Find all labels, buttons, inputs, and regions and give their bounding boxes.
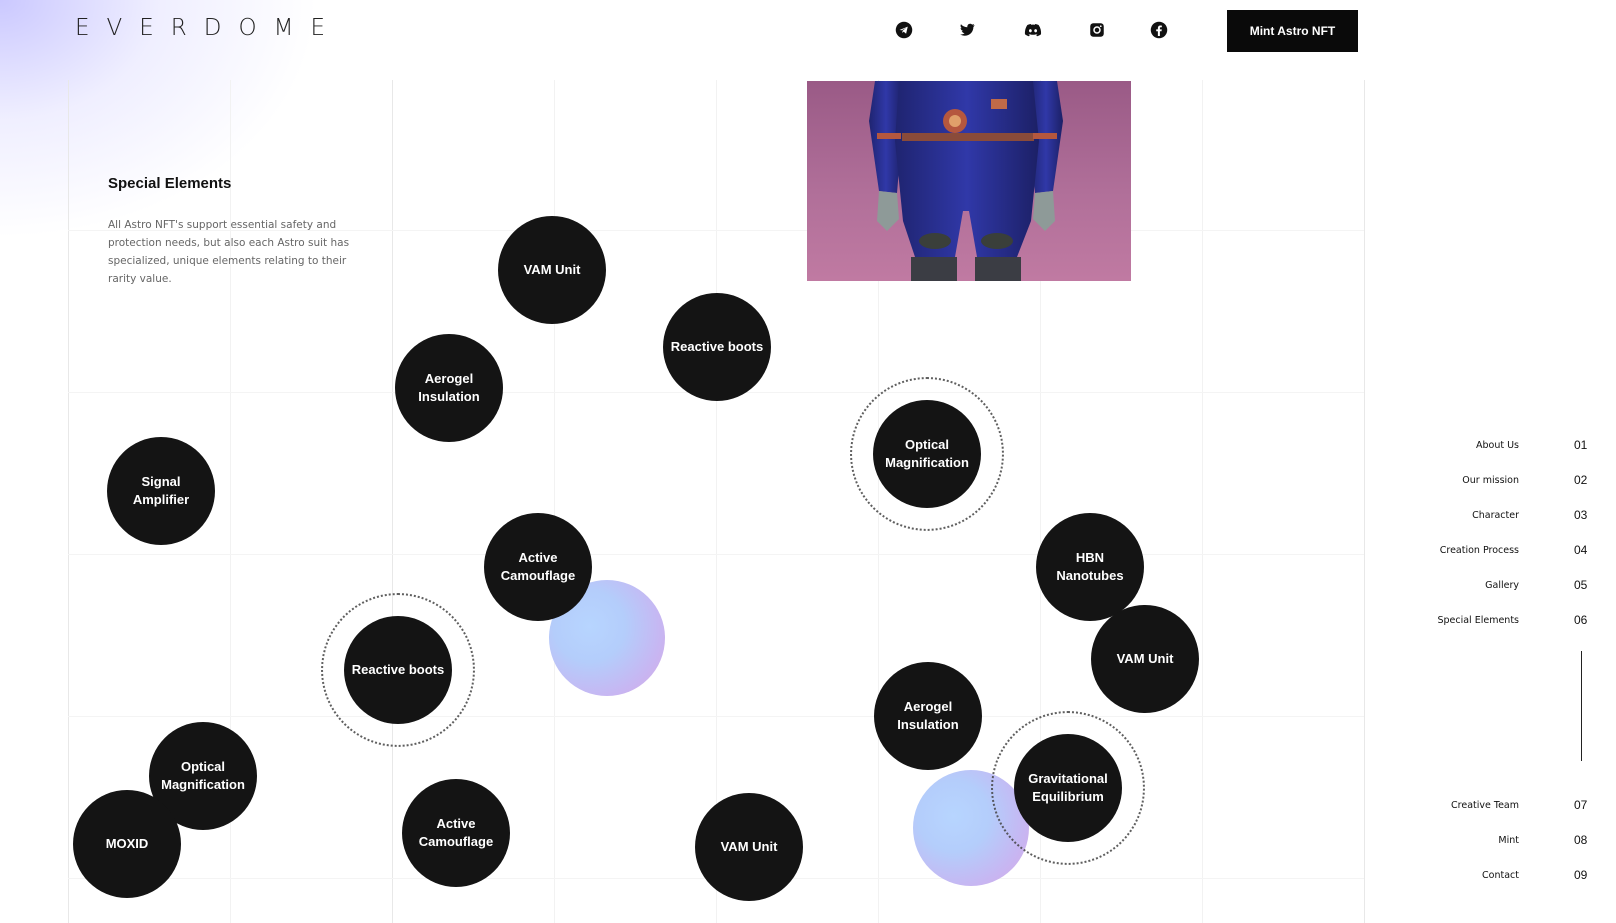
element-bubble-vam-unit[interactable]: VAM Unit <box>498 216 606 324</box>
side-nav-number: 08 <box>1574 833 1588 847</box>
element-bubble-gravitational-equilibrium[interactable]: Gravitational Equilibrium <box>1014 734 1122 842</box>
astronaut-character-image <box>807 81 1131 281</box>
element-bubble-reactive-boots[interactable]: Reactive boots <box>663 293 771 401</box>
element-bubble-aerogel-insulation[interactable]: Aerogel Insulation <box>874 662 982 770</box>
side-nav-number: 01 <box>1574 438 1588 452</box>
side-nav-item-gallery[interactable]: Gallery 05 <box>0 578 1616 596</box>
side-nav-number: 02 <box>1574 473 1588 487</box>
side-nav-item-about-us[interactable]: About Us 01 <box>0 438 1616 456</box>
element-bubble-active-camouflage[interactable]: Active Camouflage <box>484 513 592 621</box>
side-nav-number: 04 <box>1574 543 1588 557</box>
discord-icon[interactable] <box>1021 18 1045 42</box>
side-nav-label: Creation Process <box>1439 545 1519 556</box>
side-nav-label: Contact <box>1482 870 1519 881</box>
element-bubble-aerogel-insulation[interactable]: Aerogel Insulation <box>395 334 503 442</box>
section-title: Special Elements <box>108 175 232 192</box>
side-nav-item-special-elements[interactable]: Special Elements 06 <box>0 613 1616 631</box>
section-description: All Astro NFT's support essential safety… <box>108 219 350 285</box>
element-bubble-reactive-boots[interactable]: Reactive boots <box>344 616 452 724</box>
element-bubble-hbn-nanotubes[interactable]: HBN Nanotubes <box>1036 513 1144 621</box>
facebook-icon[interactable] <box>1147 18 1171 42</box>
side-nav-label: Our mission <box>1462 475 1519 486</box>
side-nav-item-character[interactable]: Character 03 <box>0 508 1616 526</box>
side-nav-number: 06 <box>1574 613 1588 627</box>
side-nav-label: About Us <box>1475 440 1519 451</box>
side-nav-item-contact[interactable]: Contact 09 <box>0 868 1616 886</box>
side-nav-number: 05 <box>1574 578 1588 592</box>
twitter-icon[interactable] <box>955 18 979 42</box>
telegram-icon[interactable] <box>892 18 916 42</box>
side-nav-progress-line <box>1581 651 1582 761</box>
side-nav-number: 07 <box>1574 798 1588 812</box>
side-nav-item-our-mission[interactable]: Our mission 02 <box>0 473 1616 491</box>
site-logo[interactable]: EVERDOME <box>75 16 342 40</box>
side-nav-number: 03 <box>1574 508 1588 522</box>
side-nav-label: Special Elements <box>1437 615 1519 626</box>
side-nav-label: Character <box>1472 510 1519 521</box>
side-nav-label: Gallery <box>1485 580 1519 591</box>
mint-astro-nft-button[interactable]: Mint Astro NFT <box>1227 10 1358 52</box>
side-nav-label: Mint <box>1498 835 1519 846</box>
astronaut-illustration <box>869 81 1063 281</box>
side-nav-item-mint[interactable]: Mint 08 <box>0 833 1616 851</box>
instagram-icon[interactable] <box>1085 18 1109 42</box>
side-nav-number: 09 <box>1574 868 1588 882</box>
side-nav-label: Creative Team <box>1451 800 1519 811</box>
side-nav-item-creation-process[interactable]: Creation Process 04 <box>0 543 1616 561</box>
side-nav-item-creative-team[interactable]: Creative Team 07 <box>0 798 1616 816</box>
